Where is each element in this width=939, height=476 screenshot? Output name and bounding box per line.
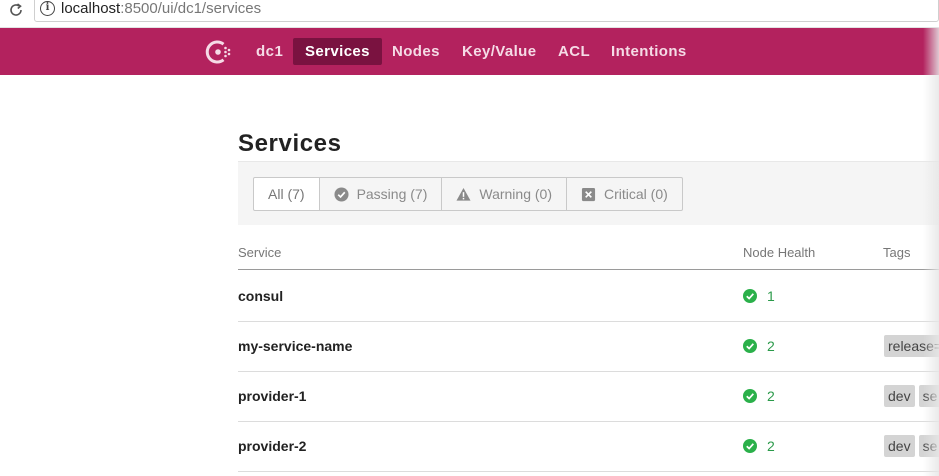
table-row[interactable]: my-service-name 2 release= — [238, 322, 939, 372]
check-circle-icon — [334, 186, 349, 202]
passing-check-icon — [743, 439, 757, 453]
filter-all[interactable]: All (7) — [253, 177, 320, 211]
url-path: :8500/ui/dc1/services — [120, 0, 262, 17]
health-count: 2 — [767, 338, 775, 354]
filter-all-label: All (7) — [268, 186, 305, 202]
table-row[interactable]: provider-1 2 dev se — [238, 372, 939, 422]
page-title: Services — [238, 130, 342, 157]
column-header-service[interactable]: Service — [238, 245, 281, 260]
url-text[interactable]: localhost:8500/ui/dc1/services — [61, 0, 261, 17]
warning-triangle-icon — [456, 187, 471, 201]
node-health: 1 — [743, 288, 775, 304]
health-count: 2 — [767, 388, 775, 404]
nav-acl[interactable]: ACL — [546, 38, 602, 65]
filter-passing[interactable]: Passing (7) — [319, 177, 443, 211]
filter-warning[interactable]: Warning (0) — [442, 177, 567, 211]
reload-icon[interactable] — [8, 2, 24, 18]
column-header-node-health[interactable]: Node Health — [743, 245, 815, 260]
health-count: 2 — [767, 438, 775, 454]
table-row[interactable]: provider-2 2 dev se — [238, 422, 939, 472]
tag: dev — [884, 435, 915, 457]
nav-key-value[interactable]: Key/Value — [450, 38, 548, 65]
health-filter-group: All (7) Passing (7) Warning (0) Critical… — [253, 177, 683, 211]
column-header-tags[interactable]: Tags — [883, 245, 910, 260]
tag: dev — [884, 385, 915, 407]
url-host: localhost — [61, 0, 121, 17]
filter-critical[interactable]: Critical (0) — [567, 177, 683, 211]
datacenter-selector[interactable]: dc1 — [256, 28, 283, 75]
info-icon[interactable]: i — [40, 1, 55, 16]
passing-check-icon — [743, 389, 757, 403]
nav-intentions[interactable]: Intentions — [599, 38, 699, 65]
passing-check-icon — [743, 289, 757, 303]
service-name[interactable]: provider-1 — [238, 388, 306, 404]
passing-check-icon — [743, 339, 757, 353]
window-edge-shadow — [923, 28, 939, 476]
service-name[interactable]: provider-2 — [238, 438, 306, 454]
node-health: 2 — [743, 338, 775, 354]
critical-x-icon — [581, 187, 596, 201]
service-name[interactable]: my-service-name — [238, 338, 352, 354]
node-health: 2 — [743, 388, 775, 404]
filter-warning-label: Warning (0) — [479, 186, 552, 202]
table-row[interactable]: consul 1 — [238, 272, 939, 322]
nav-nodes[interactable]: Nodes — [380, 38, 452, 65]
service-name[interactable]: consul — [238, 288, 283, 304]
node-health: 2 — [743, 438, 775, 454]
table-header-divider — [238, 269, 939, 270]
filter-passing-label: Passing (7) — [356, 186, 428, 202]
filter-critical-label: Critical (0) — [604, 186, 668, 202]
health-count: 1 — [767, 288, 775, 304]
top-navigation: dc1 Services Nodes Key/Value ACL Intenti… — [0, 28, 939, 75]
consul-logo-icon[interactable] — [203, 37, 233, 67]
filter-panel: All (7) Passing (7) Warning (0) Critical… — [238, 161, 939, 225]
nav-services[interactable]: Services — [293, 38, 382, 65]
browser-address-bar: i localhost:8500/ui/dc1/services — [0, 0, 939, 28]
